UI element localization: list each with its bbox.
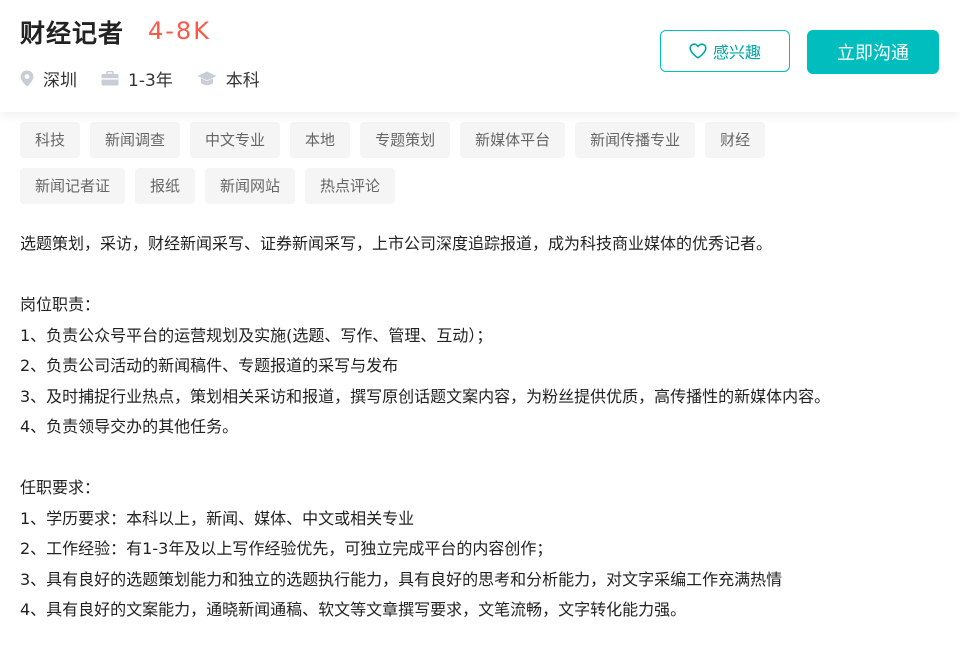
requirement-item: 3、具有良好的选题策划能力和独立的选题执行能力，具有良好的思考和分析能力，对文字… [20, 569, 783, 589]
duties-heading: 岗位职责： [20, 295, 101, 314]
job-tag: 报纸 [135, 168, 196, 204]
job-meta: 深圳 1-3年 本科 [20, 66, 284, 91]
meta-experience: 1-3年 [101, 66, 173, 91]
requirement-item: 2、工作经验：有1-3年及以上写作经验优先，可独立完成平台的内容创作； [20, 539, 553, 558]
requirements-heading: 任职要求： [20, 478, 101, 497]
duty-item: 1、负责公众号平台的运营规划及实施(选题、写作、管理、互动）； [20, 325, 493, 345]
job-tag: 中文专业 [190, 122, 281, 158]
duty-item: 2、负责公司活动的新闻稿件、专题报道的采写与发布 [20, 356, 399, 375]
job-header: 财经记者 4-8K 深圳 1-3年 本科 感兴趣 立即沟通 [0, 0, 960, 112]
heart-outline-icon [689, 43, 707, 59]
job-tag: 新闻网站 [205, 168, 296, 204]
job-tag: 财经 [705, 122, 766, 158]
location-pin-icon [20, 70, 34, 86]
description-intro: 选题策划，采访，财经新闻采写、证券新闻采写，上市公司深度追踪报道，成为科技商业媒… [20, 234, 773, 253]
education-text: 本科 [225, 70, 260, 91]
job-title: 财经记者 [20, 19, 125, 48]
briefcase-icon [101, 70, 119, 85]
job-tag: 新闻记者证 [20, 168, 126, 204]
interest-label: 感兴趣 [712, 43, 761, 62]
meta-education: 本科 [197, 66, 260, 91]
job-tags: 科技 新闻调查 中文专业 本地 专题策划 新媒体平台 新闻传播专业 财经 新闻记… [20, 122, 840, 214]
chat-now-button[interactable]: 立即沟通 [807, 30, 939, 74]
location-text: 深圳 [43, 70, 77, 91]
job-tag: 新媒体平台 [460, 122, 566, 158]
job-tag: 本地 [290, 122, 351, 158]
duty-item: 4、负责领导交办的其他任务。 [20, 417, 239, 436]
duty-item: 3、及时捕捉行业热点，策划相关采访和报道，撰写原创话题文案内容，为粉丝提供优质，… [20, 386, 831, 406]
salary: 4-8K [148, 17, 211, 45]
requirement-item: 4、具有良好的文案能力，通晓新闻通稿、软文等文章撰写要求，文笔流畅，文字转化能力… [20, 600, 687, 619]
requirement-item: 1、学历要求：本科以上，新闻、媒体、中文或相关专业 [20, 508, 415, 528]
job-description: 选题策划，采访，财经新闻采写、证券新闻采写，上市公司深度追踪报道，成为科技商业媒… [20, 229, 940, 626]
job-tag: 热点评论 [305, 168, 396, 204]
interest-button[interactable]: 感兴趣 [660, 30, 790, 72]
meta-location: 深圳 [20, 66, 77, 91]
job-tag: 专题策划 [360, 122, 451, 158]
experience-text: 1-3年 [128, 70, 173, 91]
job-tag: 新闻调查 [90, 122, 181, 158]
graduation-cap-icon [197, 71, 217, 85]
job-tag: 新闻传播专业 [575, 122, 696, 158]
job-tag: 科技 [20, 122, 81, 158]
